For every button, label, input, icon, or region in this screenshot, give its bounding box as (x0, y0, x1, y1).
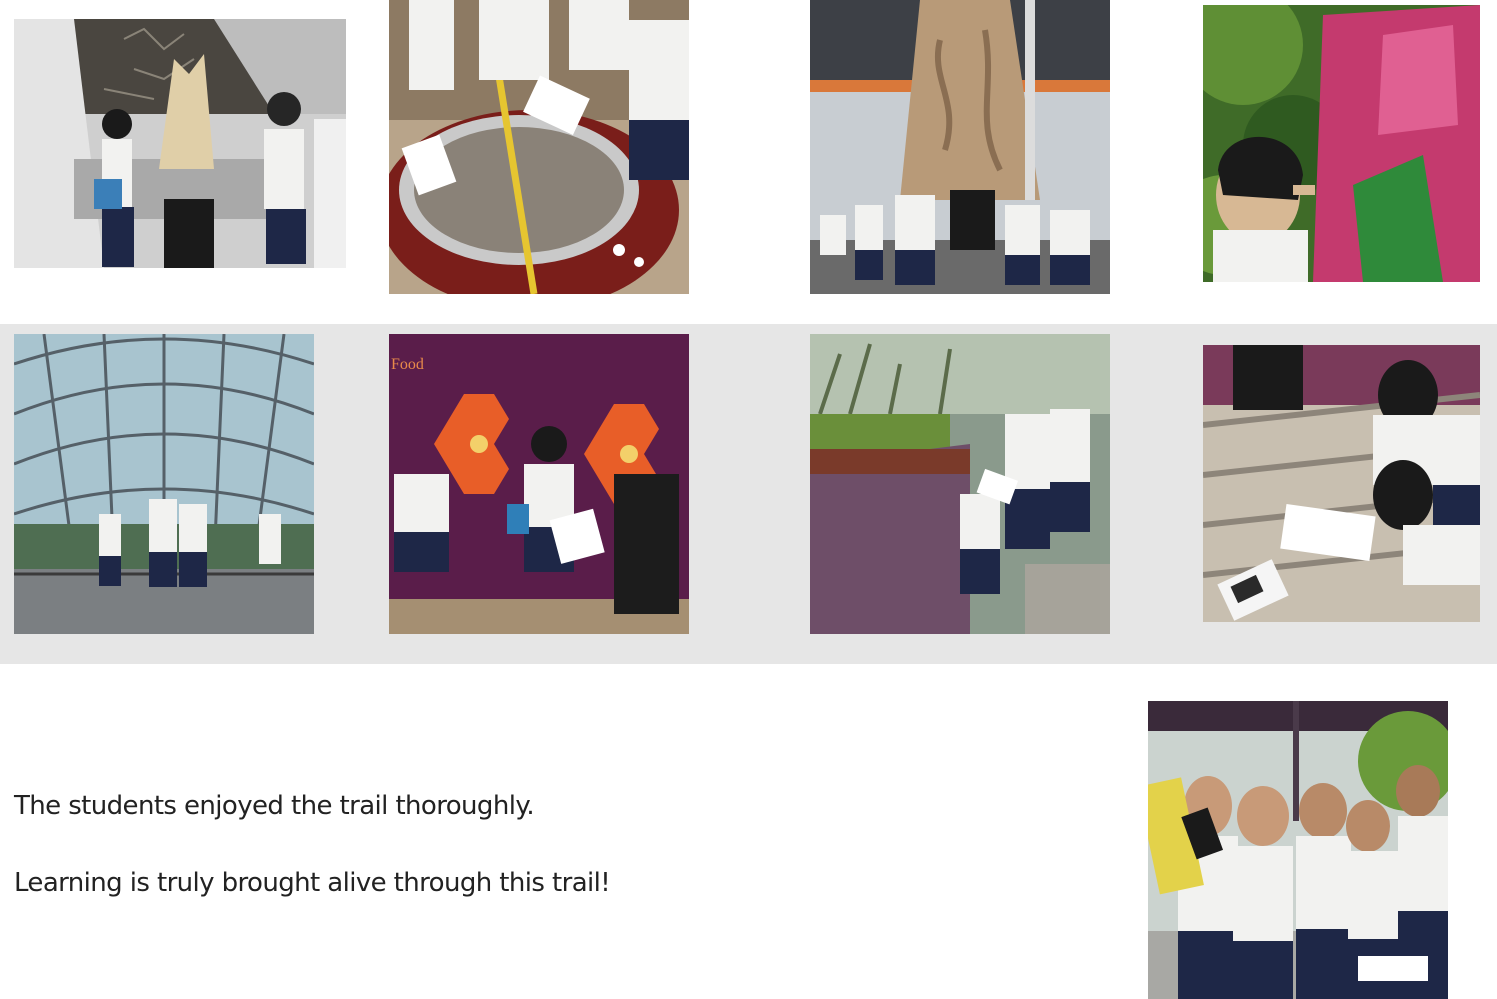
photo-planter-worksheet[interactable] (810, 334, 1110, 634)
photo-steps-clipboards[interactable] (1203, 345, 1480, 622)
photo-tree-trunk[interactable] (810, 0, 1110, 294)
photo-food-wall[interactable]: Food (389, 334, 689, 634)
caption-line-learning: Learning is truly brought alive through … (14, 868, 611, 898)
wall-label-food: Food (391, 356, 424, 373)
photo-jungle-signboard[interactable] (1203, 5, 1480, 282)
photo-cloud-dome-walkway[interactable] (14, 334, 314, 634)
photo-exhibit-sculpture[interactable] (14, 19, 346, 268)
photo-measuring-display[interactable] (389, 0, 689, 294)
photo-group-posing[interactable] (1148, 701, 1448, 999)
caption-block: The students enjoyed the trail thoroughl… (14, 786, 834, 903)
caption-line-enjoyed: The students enjoyed the trail thoroughl… (14, 791, 535, 821)
